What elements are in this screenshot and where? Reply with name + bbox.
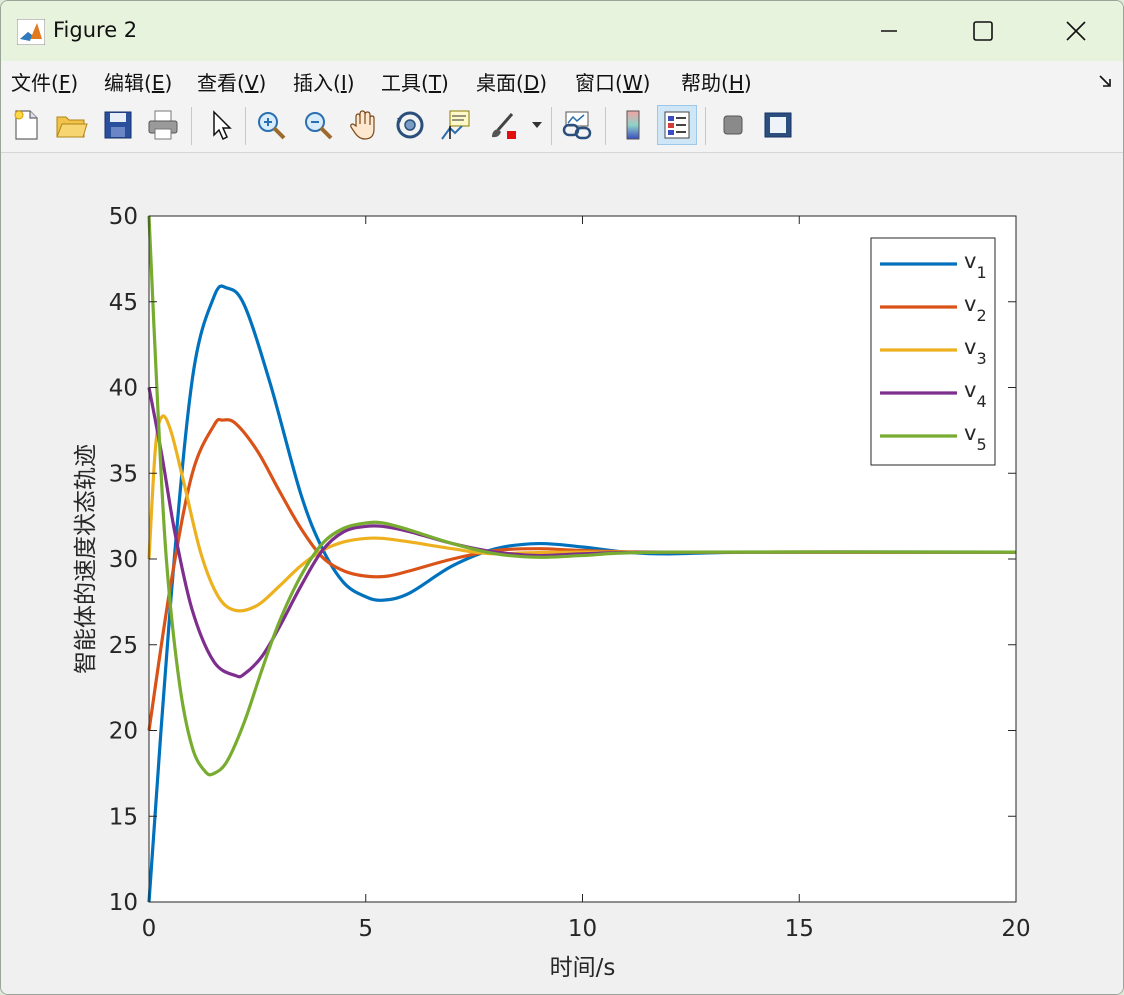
save-button[interactable] <box>98 105 138 145</box>
figure-canvas[interactable]: 0 5 10 15 20 10 15 20 25 30 35 40 45 50 时间/s 智能体的速度状态… <box>1 154 1123 994</box>
x-tick-label: 10 <box>568 916 597 942</box>
pointer-icon <box>213 110 232 141</box>
brush-icon <box>492 113 516 139</box>
menu-window[interactable]: 窗口(W) <box>575 67 650 96</box>
new-figure-button[interactable] <box>6 105 46 145</box>
menu-help[interactable]: 帮助(H) <box>681 67 752 96</box>
rotate-3d-button[interactable] <box>390 105 430 145</box>
pointer-button[interactable] <box>200 105 240 145</box>
y-tick-label: 30 <box>109 547 138 573</box>
link-plot-icon <box>562 111 592 140</box>
show-plot-tools-icon <box>764 112 792 138</box>
show-plot-tools-button[interactable] <box>758 105 798 145</box>
pan-button[interactable] <box>344 105 384 145</box>
y-tick-label: 35 <box>109 461 138 487</box>
menu-tools[interactable]: 工具(T) <box>381 67 449 96</box>
window-title: Figure 2 <box>53 18 138 42</box>
y-tick-label: 45 <box>109 290 138 316</box>
maximize-button[interactable] <box>959 9 1007 53</box>
close-icon <box>1066 21 1086 41</box>
colorbar-icon <box>626 110 640 140</box>
y-tick-label: 20 <box>109 719 138 745</box>
y-tick-label: 15 <box>109 804 138 830</box>
menu-edit[interactable]: 编辑(E) <box>104 67 172 96</box>
open-file-button[interactable] <box>51 105 91 145</box>
menu-file[interactable]: 文件(F) <box>11 67 78 96</box>
y-axis-label: 智能体的速度状态轨迹 <box>73 444 99 674</box>
pan-hand-icon <box>350 110 375 140</box>
x-tick-label: 20 <box>1001 916 1030 942</box>
y-tick-label: 50 <box>109 204 138 230</box>
print-button[interactable] <box>143 105 183 145</box>
zoom-in-button[interactable] <box>251 105 291 145</box>
x-tick-label: 15 <box>785 916 814 942</box>
x-tick-label: 5 <box>358 916 373 942</box>
minimize-button[interactable] <box>865 9 913 53</box>
y-tick-label: 25 <box>109 633 138 659</box>
brush-button[interactable] <box>483 105 523 145</box>
menu-bar: 文件(F) 编辑(E) 查看(V) 插入(I) 工具(T) 桌面(D) 窗口(W… <box>1 61 1123 99</box>
close-button[interactable] <box>1052 9 1100 53</box>
colorbar-button[interactable] <box>613 105 653 145</box>
zoom-out-icon <box>305 112 333 140</box>
save-icon <box>104 111 132 139</box>
matlab-figure-window: Figure 2 文件(F) 编辑(E) 查看(V) 插入(I) 工具(T) 桌… <box>0 0 1124 995</box>
x-tick-label: 0 <box>142 916 157 942</box>
menu-desktop[interactable]: 桌面(D) <box>476 67 547 96</box>
menu-view[interactable]: 查看(V) <box>197 67 266 96</box>
zoom-in-icon <box>258 112 286 140</box>
brush-dropdown-button[interactable] <box>527 105 547 145</box>
data-cursor-icon <box>441 110 470 140</box>
legend-button[interactable] <box>657 105 697 145</box>
print-icon <box>148 110 178 140</box>
new-figure-icon <box>14 110 38 140</box>
figure-toolbar <box>1 99 1123 153</box>
y-tick-label: 10 <box>109 890 138 916</box>
line-chart: 0 5 10 15 20 10 15 20 25 30 35 40 45 50 时间/s 智能体的速度状态… <box>73 204 1031 981</box>
data-cursor-button[interactable] <box>435 105 475 145</box>
legend[interactable]: v1v2v3v4v5 <box>870 237 996 466</box>
maximize-icon <box>973 21 993 41</box>
menu-insert[interactable]: 插入(I) <box>293 67 355 96</box>
matlab-logo-icon <box>17 19 45 45</box>
legend-icon <box>664 111 690 139</box>
minimize-icon <box>881 30 897 32</box>
x-axis-label: 时间/s <box>550 955 616 981</box>
y-tick-label: 40 <box>109 376 138 402</box>
hide-plot-tools-button[interactable] <box>713 105 753 145</box>
open-file-icon <box>56 116 88 138</box>
dock-figure-icon[interactable] <box>1097 73 1113 89</box>
hide-plot-tools-icon <box>723 115 743 135</box>
dropdown-arrow-icon <box>532 122 542 128</box>
rotate-3d-icon <box>396 111 424 139</box>
zoom-out-button[interactable] <box>298 105 338 145</box>
title-bar[interactable]: Figure 2 <box>1 1 1123 61</box>
link-plot-button[interactable] <box>557 105 597 145</box>
